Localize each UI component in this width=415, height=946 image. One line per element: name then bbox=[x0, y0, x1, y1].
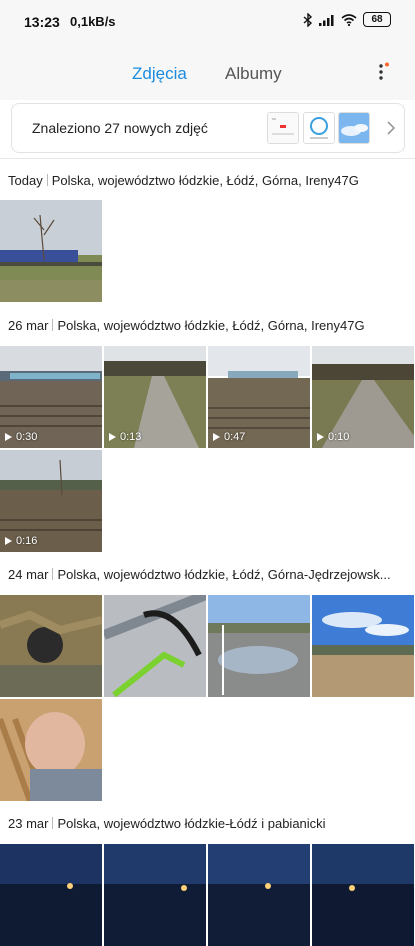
photo-thumbnail[interactable] bbox=[0, 200, 102, 302]
wifi-icon bbox=[341, 13, 357, 26]
section-location: Polska, województwo łódzkie, Łódź, Górna… bbox=[57, 318, 365, 333]
section-date: Today bbox=[8, 173, 43, 188]
section-location: Polska, województwo łódzkie, Łódź, Górna… bbox=[57, 567, 391, 582]
more-options-icon[interactable] bbox=[373, 62, 393, 82]
status-time: 13:23 bbox=[24, 14, 60, 30]
banner-thumbnail bbox=[338, 112, 370, 144]
section-location: Polska, województwo łódzkie-Łódź i pabia… bbox=[57, 816, 326, 831]
photo-thumbnail[interactable] bbox=[312, 595, 414, 697]
play-icon bbox=[5, 433, 12, 441]
section-header: 26 mar Polska, województwo łódzkie, Łódź,… bbox=[8, 318, 408, 333]
photo-thumbnail[interactable] bbox=[0, 595, 102, 697]
notification-dot bbox=[385, 62, 389, 67]
video-duration: 0:16 bbox=[5, 535, 37, 547]
banner-thumbnail bbox=[267, 112, 299, 144]
video-thumbnail[interactable]: 0:47 bbox=[208, 346, 310, 448]
status-icons: 68 bbox=[303, 12, 391, 27]
divider bbox=[0, 158, 415, 159]
video-thumbnail[interactable]: 0:30 bbox=[0, 346, 102, 448]
battery-icon: 68 bbox=[363, 12, 391, 27]
video-thumbnail[interactable]: 0:16 bbox=[0, 450, 102, 552]
play-icon bbox=[213, 433, 220, 441]
play-icon bbox=[317, 433, 324, 441]
new-photos-banner[interactable]: Znaleziono 27 nowych zdjęć bbox=[11, 103, 405, 153]
photo-thumbnail[interactable] bbox=[208, 844, 310, 946]
status-network-speed: 0,1kB/s bbox=[70, 14, 116, 29]
video-duration: 0:30 bbox=[5, 431, 37, 443]
photo-thumbnail[interactable] bbox=[0, 844, 102, 946]
status-bar: 13:23 0,1kB/s 68 bbox=[0, 0, 415, 44]
play-icon bbox=[5, 537, 12, 545]
video-duration: 0:10 bbox=[317, 431, 349, 443]
section-date: 26 mar bbox=[8, 318, 49, 333]
section-header: 23 mar Polska, województwo łódzkie-Łódź i… bbox=[8, 816, 408, 831]
video-thumbnail[interactable]: 0:10 bbox=[312, 346, 414, 448]
top-bar: Zdjęcia Albumy bbox=[0, 44, 415, 100]
signal-icon bbox=[319, 14, 334, 26]
banner-text: Znaleziono 27 nowych zdjęć bbox=[32, 120, 208, 136]
video-duration: 0:13 bbox=[109, 431, 141, 443]
chevron-right-icon bbox=[387, 121, 396, 135]
photo-thumbnail[interactable] bbox=[0, 699, 102, 801]
play-icon bbox=[109, 433, 116, 441]
section-date: 23 mar bbox=[8, 816, 49, 831]
bluetooth-icon bbox=[303, 12, 313, 27]
photo-thumbnail[interactable] bbox=[208, 595, 310, 697]
video-thumbnail[interactable]: 0:13 bbox=[104, 346, 206, 448]
section-header: 24 mar Polska, województwo łódzkie, Łódź,… bbox=[8, 567, 408, 582]
section-header: Today Polska, województwo łódzkie, Łódź, … bbox=[8, 173, 408, 188]
video-duration: 0:47 bbox=[213, 431, 245, 443]
photo-thumbnail[interactable] bbox=[104, 844, 206, 946]
photo-thumbnail[interactable] bbox=[312, 844, 414, 946]
tab-albums[interactable]: Albumy bbox=[225, 64, 282, 84]
section-date: 24 mar bbox=[8, 567, 49, 582]
section-location: Polska, województwo łódzkie, Łódź, Górna… bbox=[51, 173, 359, 188]
photo-thumbnail[interactable] bbox=[104, 595, 206, 697]
tab-photos[interactable]: Zdjęcia bbox=[132, 64, 187, 84]
banner-thumbnail bbox=[303, 112, 335, 144]
